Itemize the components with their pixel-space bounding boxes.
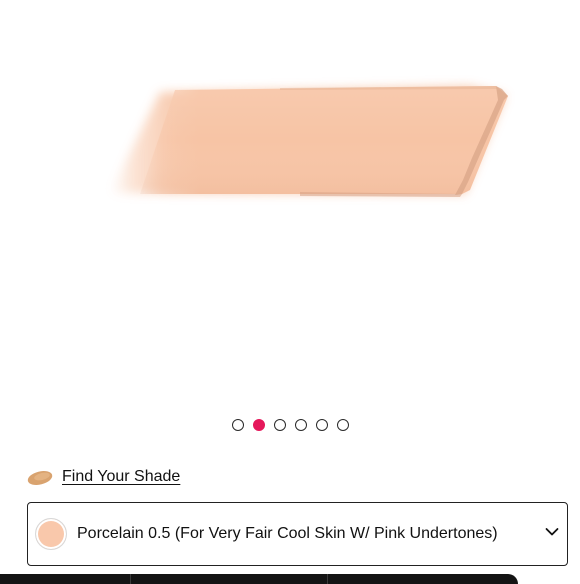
carousel-dot-2[interactable]	[252, 419, 265, 431]
bottom-bar-segment-2[interactable]	[131, 574, 328, 584]
product-image	[0, 0, 580, 400]
carousel-dot-4[interactable]	[294, 419, 307, 431]
swatch-swipe-icon	[27, 471, 53, 485]
foundation-stick-swatch	[110, 86, 508, 197]
find-your-shade: Find Your Shade	[26, 463, 180, 491]
chevron-down-icon[interactable]	[545, 527, 559, 537]
bottom-bar-segment-1[interactable]	[0, 574, 131, 584]
bottom-bar-segment-3[interactable]	[328, 574, 518, 584]
selected-shade-label: Porcelain 0.5 (For Very Fair Cool Skin W…	[77, 525, 498, 542]
carousel-dot-3[interactable]	[273, 419, 286, 431]
carousel-dot-6[interactable]	[336, 419, 349, 431]
carousel-dot-5[interactable]	[315, 419, 328, 431]
bottom-action-bar	[0, 574, 518, 584]
selected-shade-swatch	[35, 518, 67, 550]
carousel-pagination	[0, 417, 580, 433]
find-your-shade-link[interactable]: Find Your Shade	[62, 468, 180, 486]
carousel-dot-1[interactable]	[231, 419, 244, 431]
shade-selector-dropdown[interactable]: Porcelain 0.5 (For Very Fair Cool Skin W…	[27, 502, 568, 566]
